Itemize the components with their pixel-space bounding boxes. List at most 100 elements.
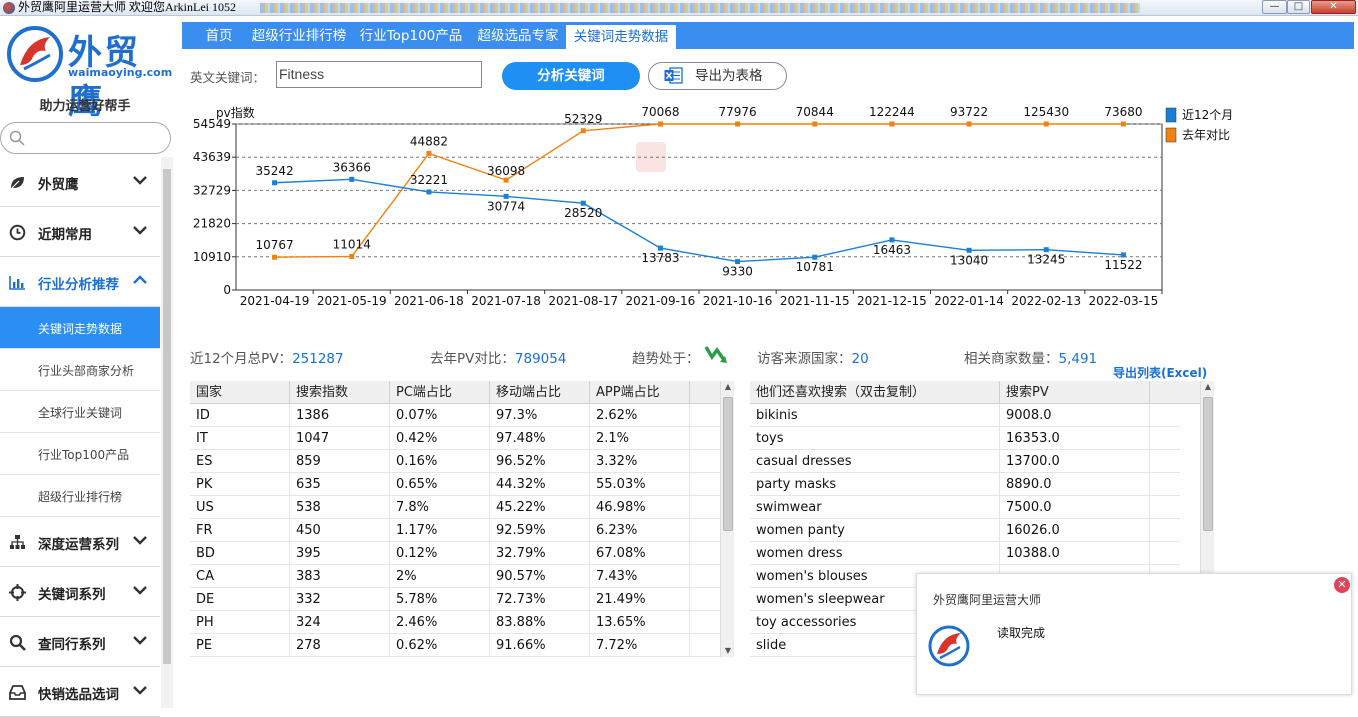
cell-country: PH <box>190 611 290 634</box>
keyword-input[interactable]: Fitness <box>276 61 482 88</box>
cell-search-pv: 16026.0 <box>1000 519 1150 542</box>
analyze-keyword-button[interactable]: 分析关键词 <box>502 62 640 90</box>
column-header-search-pv[interactable]: 搜索PV <box>1000 381 1150 404</box>
popup-close-button[interactable]: ✕ <box>1334 577 1350 593</box>
tab-keyword-trend[interactable]: 关键词走势数据 <box>565 24 677 49</box>
sidebar-item-keyword-series[interactable]: 关键词系列 <box>0 567 160 617</box>
tab-top100[interactable]: 行业Top100产品 <box>354 24 468 49</box>
chevron-down-icon <box>133 176 147 185</box>
sidebar-item-recent[interactable]: 近期常用 <box>0 207 160 257</box>
sidebar-subitem-keyword-trend[interactable]: 关键词走势数据 <box>0 307 160 349</box>
table-row[interactable]: PE 278 0.62% 91.66% 7.72% <box>190 634 720 657</box>
scrollbar-thumb[interactable] <box>723 397 733 531</box>
chevron-down-icon <box>133 536 147 545</box>
cell-search-index: 324 <box>290 611 390 634</box>
column-header-country[interactable]: 国家 <box>190 381 290 404</box>
table-row[interactable]: toys 16353.0 <box>750 427 1180 450</box>
cell-pc-share: 7.8% <box>390 496 490 519</box>
column-header-pc-share[interactable]: PC端占比 <box>390 381 490 404</box>
data-label: 125430 <box>1023 105 1069 119</box>
column-header-app-share[interactable]: APP端占比 <box>590 381 690 404</box>
data-point <box>1043 247 1049 253</box>
table-row[interactable]: IT 1047 0.42% 97.48% 2.1% <box>190 427 720 450</box>
sidebar: 外贸鹰 waimaoying.com 助力运营好帮手 外贸鹰 近期常用 行业分析… <box>0 17 173 717</box>
cell-app-share: 55.03% <box>590 473 690 496</box>
table-row[interactable]: ES 859 0.16% 96.52% 3.32% <box>190 450 720 473</box>
sidebar-scrollbar[interactable] <box>161 157 173 708</box>
legend-swatch <box>1165 127 1177 143</box>
cell-mobile-share: 45.22% <box>490 496 590 519</box>
cell-search-index: 859 <box>290 450 390 473</box>
data-label: 73680 <box>1104 105 1142 119</box>
data-point <box>735 259 741 265</box>
chevron-down-icon <box>133 636 147 645</box>
sidebar-item-deep-operation[interactable]: 深度运营系列 <box>0 517 160 567</box>
sidebar-subitem-ranking[interactable]: 超级行业排行榜 <box>0 475 160 517</box>
maximize-button[interactable]: □ <box>1287 0 1310 14</box>
column-header-search-index[interactable]: 搜索指数 <box>290 381 390 404</box>
table-row[interactable]: women panty 16026.0 <box>750 519 1180 542</box>
data-point <box>580 200 586 206</box>
data-label: 11522 <box>1104 258 1142 272</box>
y-tick-label: 0 <box>223 283 231 297</box>
table-row[interactable]: casual dresses 13700.0 <box>750 450 1180 473</box>
sidebar-subitem-top100[interactable]: 行业Top100产品 <box>0 433 160 475</box>
total-pv-value: 251287 <box>292 351 344 367</box>
sidebar-scrollbar-thumb[interactable] <box>163 169 171 664</box>
sidebar-item-industry-analysis[interactable]: 行业分析推荐 <box>0 257 160 307</box>
magnifier-icon <box>9 634 26 651</box>
chevron-down-icon <box>133 586 147 595</box>
x-tick-label: 2021-10-16 <box>703 294 773 308</box>
scroll-up-arrow[interactable]: ▲ <box>1201 381 1215 393</box>
country-table-scrollbar[interactable]: ▲ ▼ <box>720 381 734 657</box>
tab-home[interactable]: 首页 <box>194 24 244 49</box>
export-list-excel-link[interactable]: 导出列表(Excel) <box>1113 364 1207 381</box>
tab-selection-expert[interactable]: 超级选品专家 <box>470 24 566 49</box>
cell-mobile-share: 97.3% <box>490 404 590 427</box>
table-row[interactable]: ID 1386 0.07% 97.3% 2.62% <box>190 404 720 427</box>
table-row[interactable]: FR 450 1.17% 92.59% 6.23% <box>190 519 720 542</box>
legend-label: 近12个月 <box>1182 108 1233 122</box>
scroll-up-arrow[interactable]: ▲ <box>721 381 735 393</box>
export-table-button[interactable]: 导出为表格 <box>648 62 787 90</box>
sidebar-item-competitor-series[interactable]: 查同行系列 <box>0 617 160 667</box>
taskbar-strip <box>260 3 1140 13</box>
table-row[interactable]: swimwear 7500.0 <box>750 496 1180 519</box>
cell-app-share: 46.98% <box>590 496 690 519</box>
bar-chart-icon <box>9 276 25 290</box>
table-row[interactable]: bikinis 9008.0 <box>750 404 1180 427</box>
clock-icon <box>9 224 26 241</box>
table-row[interactable]: women dress 10388.0 <box>750 542 1180 565</box>
sidebar-subitem-top-merchants[interactable]: 行业头部商家分析 <box>0 349 160 391</box>
sidebar-search-input[interactable] <box>0 122 171 154</box>
sidebar-item-fast-selection[interactable]: 快销选品选词 <box>0 667 160 717</box>
scroll-down-arrow[interactable]: ▼ <box>721 645 735 657</box>
x-tick-label: 2021-08-17 <box>548 294 618 308</box>
column-header-related-search[interactable]: 他们还喜欢搜索（双击复制） <box>750 381 1000 404</box>
plot-frame <box>235 123 1163 291</box>
data-label: 11014 <box>333 237 371 251</box>
table-row[interactable]: US 538 7.8% 45.22% 46.98% <box>190 496 720 519</box>
minimize-button[interactable]: — <box>1262 0 1287 14</box>
tab-super-ranking[interactable]: 超级行业排行榜 <box>246 24 352 49</box>
table-row[interactable]: DE 332 5.78% 72.73% 21.49% <box>190 588 720 611</box>
close-window-button[interactable]: ✕ <box>1311 0 1356 14</box>
sidebar-item-waimaoying[interactable]: 外贸鹰 <box>0 157 160 207</box>
table-row[interactable]: party masks 8890.0 <box>750 473 1180 496</box>
chevron-down-icon <box>133 686 147 695</box>
cell-mobile-share: 90.57% <box>490 565 590 588</box>
y-tick-label: 10910 <box>193 250 231 264</box>
sidebar-subitem-global-keywords[interactable]: 全球行业关键词 <box>0 391 160 433</box>
data-point <box>272 254 278 260</box>
cell-country: CA <box>190 565 290 588</box>
table-row[interactable]: PK 635 0.65% 44.32% 55.03% <box>190 473 720 496</box>
sidebar-subitem-label: 超级行业排行榜 <box>38 490 123 504</box>
series-line-0 <box>274 178 1124 263</box>
table-row[interactable]: CA 383 2% 90.57% 7.43% <box>190 565 720 588</box>
table-row[interactable]: PH 324 2.46% 83.88% 13.65% <box>190 611 720 634</box>
data-point <box>349 176 355 182</box>
x-tick-label: 2021-04-19 <box>240 294 310 308</box>
scrollbar-thumb[interactable] <box>1203 397 1213 531</box>
column-header-mobile-share[interactable]: 移动端占比 <box>490 381 590 404</box>
table-row[interactable]: BD 395 0.12% 32.79% 67.08% <box>190 542 720 565</box>
